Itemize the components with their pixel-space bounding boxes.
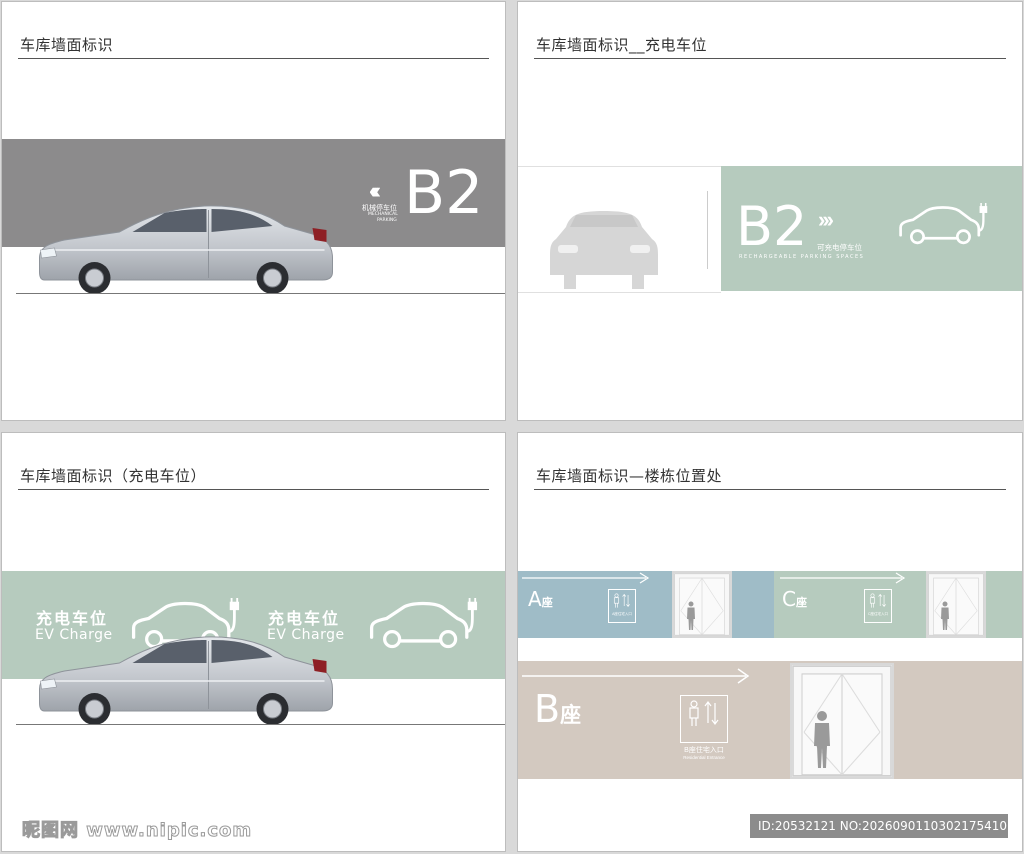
zone-a-door bbox=[672, 571, 732, 638]
door-image bbox=[792, 665, 892, 777]
panel-charging-parking: 车库墙面标识__充电车位 B2 ››› 可充电停车位 RECHARGEABLE … bbox=[517, 1, 1023, 421]
zone-c-sign-text: C座住宅入口 bbox=[867, 612, 889, 616]
ev-label-cn-1: 充电车位 bbox=[36, 609, 109, 628]
dimension-line bbox=[707, 191, 708, 269]
door-image bbox=[674, 573, 730, 636]
sedan-car-image bbox=[32, 200, 337, 295]
zone-a-sign-text: A座住宅入口 bbox=[612, 612, 632, 616]
door-image bbox=[928, 573, 984, 636]
person-silhouette bbox=[812, 709, 832, 771]
title-underline bbox=[534, 489, 1006, 490]
zone-c-door bbox=[926, 571, 986, 638]
title-underline bbox=[534, 58, 1006, 59]
panel-title: 车库墙面标识—楼栋位置处 bbox=[536, 467, 723, 485]
zone-b-label: B座 bbox=[534, 687, 581, 731]
ev-car-icon bbox=[896, 202, 988, 250]
level-label: B2 bbox=[404, 158, 484, 228]
ev-label-cn-2: 充电车位 bbox=[268, 609, 341, 628]
zone-c-label: C座 bbox=[782, 587, 807, 611]
zone-a-label: A座 bbox=[528, 587, 553, 611]
watermark: 昵图网 www.nipic.com bbox=[21, 820, 253, 842]
chevron-left-icon: ‹‹‹ bbox=[369, 178, 381, 203]
panel-title: 车库墙面标识__充电车位 bbox=[536, 36, 708, 54]
zone-b-sign-cn: B座住宅入口 bbox=[684, 747, 724, 754]
label-en-1: MECHANICAL bbox=[368, 212, 398, 217]
ev-car-icon bbox=[366, 598, 478, 654]
zone-b-lift-sign bbox=[680, 695, 728, 743]
sedan-car-image bbox=[32, 631, 337, 726]
panel-building-location: 车库墙面标识—楼栋位置处 A座 A座住宅入口 C座 C座住宅入口 B座 B座住宅… bbox=[517, 432, 1023, 852]
panel-ev-charge: 车库墙面标识（充电车位） 充电车位 EV Charge 充电车位 EV Char… bbox=[1, 432, 506, 852]
elevator-icon bbox=[867, 592, 889, 610]
title-underline bbox=[18, 58, 489, 59]
person-silhouette bbox=[686, 601, 696, 631]
person-silhouette bbox=[940, 601, 950, 631]
elevator-icon bbox=[684, 699, 724, 729]
arrow-right-icon bbox=[522, 668, 750, 684]
arrow-right-icon bbox=[522, 572, 650, 584]
title-underline bbox=[18, 489, 489, 490]
chevron-right-icon: ››› bbox=[818, 207, 834, 232]
car-front-silhouette bbox=[550, 211, 658, 289]
zone-a-lift-sign: A座住宅入口 bbox=[608, 589, 636, 623]
panel-mechanical-parking: 车库墙面标识 ‹‹‹ B2 机械停车位 MECHANICAL PARKING bbox=[1, 1, 506, 421]
arrow-right-icon bbox=[780, 572, 906, 584]
ground-line bbox=[16, 293, 505, 294]
zone-b-door bbox=[790, 663, 894, 779]
level-label: B2 bbox=[736, 195, 808, 258]
label-en-2: PARKING bbox=[377, 218, 397, 223]
label-cn: 可充电停车位 bbox=[817, 243, 862, 252]
elevator-icon bbox=[611, 592, 633, 610]
panel-title: 车库墙面标识 bbox=[20, 36, 114, 54]
ground-line bbox=[16, 724, 505, 725]
image-id-bar: ID:20532121 NO:20260901103021754107 bbox=[750, 814, 1015, 838]
front-view-block bbox=[518, 166, 721, 293]
label-en: RECHARGEABLE PARKING SPACES bbox=[739, 254, 865, 260]
zone-b-sign-en: Residential Entrance bbox=[683, 755, 725, 760]
panel-title: 车库墙面标识（充电车位） bbox=[20, 467, 207, 485]
zone-c-lift-sign: C座住宅入口 bbox=[864, 589, 892, 623]
